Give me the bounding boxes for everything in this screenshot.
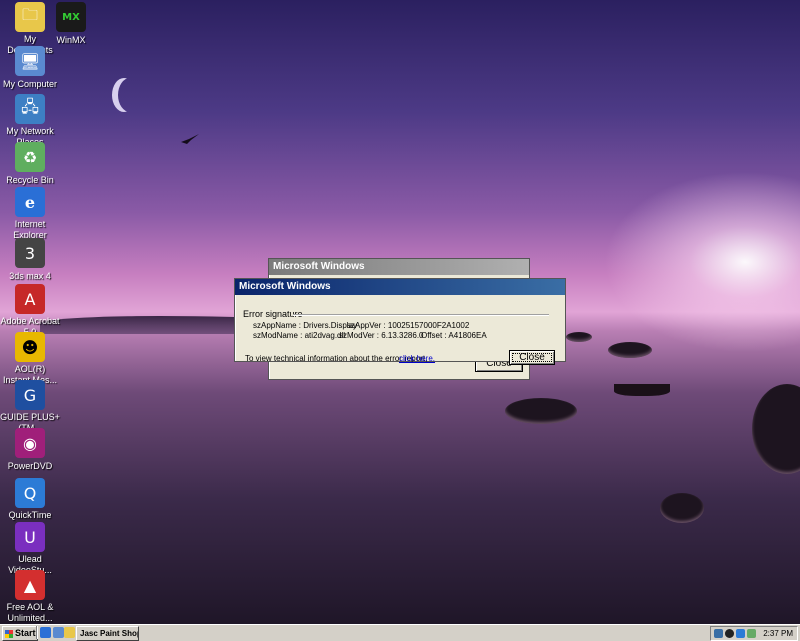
start-label: Start (15, 628, 36, 638)
desktop-icon-my-network-places[interactable]: 🖧 My Network Places (0, 94, 60, 148)
technical-info-link[interactable]: click here. (399, 354, 435, 363)
tray-app-icon[interactable] (747, 629, 756, 638)
network-icon: 🖧 (15, 94, 45, 124)
icon-label: Recycle Bin (6, 175, 54, 185)
app-version-value: szAppVer : 10025157000F2A1002 (347, 321, 470, 330)
icon-label: My Computer (2, 79, 57, 89)
dialog-title: Microsoft Windows (235, 279, 565, 295)
divider (36, 626, 38, 639)
rock (566, 332, 592, 342)
quicklaunch-ie-icon[interactable] (40, 627, 51, 638)
aim-running-man-icon: ☻ (15, 332, 45, 362)
moon (118, 78, 142, 112)
desktop-icon-internet-explorer[interactable]: e Internet Explorer (0, 187, 60, 241)
icon-label: PowerDVD (7, 461, 53, 471)
powerdvd-disc-icon: ◉ (15, 428, 45, 458)
quicklaunch-mail-icon[interactable] (64, 627, 75, 638)
taskbar-button-paint-shop-pro[interactable]: Jasc Paint Shop Pro - ... (76, 626, 139, 641)
computer-icon: 🖥 (15, 46, 45, 76)
desktop-icon-my-computer[interactable]: 🖥 My Computer (0, 46, 60, 90)
quicktime-tray-icon[interactable] (736, 629, 745, 638)
ulead-icon: U (15, 522, 45, 552)
desktop-icon-ulead-videostudio[interactable]: U Ulead VideoStu... (0, 522, 60, 576)
desktop-icon-aol-instant-messenger[interactable]: ☻ AOL(R) Instant Mes... (0, 332, 60, 386)
desktop-icon-free-aol[interactable]: ▲ Free AOL & Unlimited... (0, 570, 60, 624)
close-button[interactable]: Close (509, 350, 555, 365)
desktop-icon-recycle-bin[interactable]: ♻ Recycle Bin (0, 142, 60, 186)
rock (505, 398, 577, 424)
windows-logo-icon (5, 629, 13, 638)
recycle-bin-icon: ♻ (15, 142, 45, 172)
quicktime-icon: Q (15, 478, 45, 508)
volume-tray-icon[interactable] (725, 629, 734, 638)
aol-triangle-icon: ▲ (15, 570, 45, 600)
app-name-value: szAppName : Drivers.Display (253, 321, 358, 330)
internet-explorer-icon: e (15, 187, 45, 217)
task-label: Jasc Paint Shop Pro - ... (80, 629, 138, 638)
quicklaunch-desktop-icon[interactable] (53, 627, 64, 638)
offset-value: Offset : A41806EA (421, 331, 487, 340)
taskbar: Start Jasc Paint Shop Pro - ... 2:37 PM (0, 624, 800, 641)
dialog-title: Microsoft Windows (269, 259, 529, 275)
module-version-value: szModVer : 6.13.3286.0 (339, 331, 424, 340)
folder-icon: 🗀 (15, 2, 45, 32)
system-tray: 2:37 PM (710, 626, 798, 641)
clock[interactable]: 2:37 PM (763, 627, 793, 640)
3ds-max-icon: 3 (15, 238, 45, 268)
start-button[interactable]: Start (2, 626, 38, 641)
network-tray-icon[interactable] (714, 629, 723, 638)
icon-label: Free AOL & Unlimited... (6, 602, 54, 623)
desktop: 🗀 My Documents MX WinMX 🖥 My Computer 🖧 … (0, 0, 800, 624)
desktop-icon-3ds-max[interactable]: 3 3ds max 4 (0, 238, 60, 282)
rock (752, 384, 800, 474)
rock (608, 342, 652, 358)
desktop-icon-winmx[interactable]: MX WinMX (56, 2, 86, 46)
desktop-icon-guide-plus[interactable]: G GUIDE PLUS+(TM... (0, 380, 60, 434)
bird-silhouette (181, 134, 199, 144)
acrobat-icon: A (15, 284, 45, 314)
winmx-icon: MX (56, 2, 86, 32)
desktop-icon-powerdvd[interactable]: ◉ PowerDVD (0, 428, 60, 472)
icon-label: 3ds max 4 (9, 271, 51, 281)
module-name-value: szModName : ati2dvag.dll (253, 331, 346, 340)
desktop-icon-adobe-acrobat[interactable]: A Adobe Acrobat 5.0 (0, 284, 60, 338)
rock (660, 493, 704, 523)
boat-silhouette (614, 384, 670, 396)
icon-label: WinMX (56, 35, 86, 45)
error-report-dialog[interactable]: Microsoft Windows Error signature szAppN… (234, 278, 566, 365)
divider (293, 314, 549, 316)
guide-plus-icon: G (15, 380, 45, 410)
